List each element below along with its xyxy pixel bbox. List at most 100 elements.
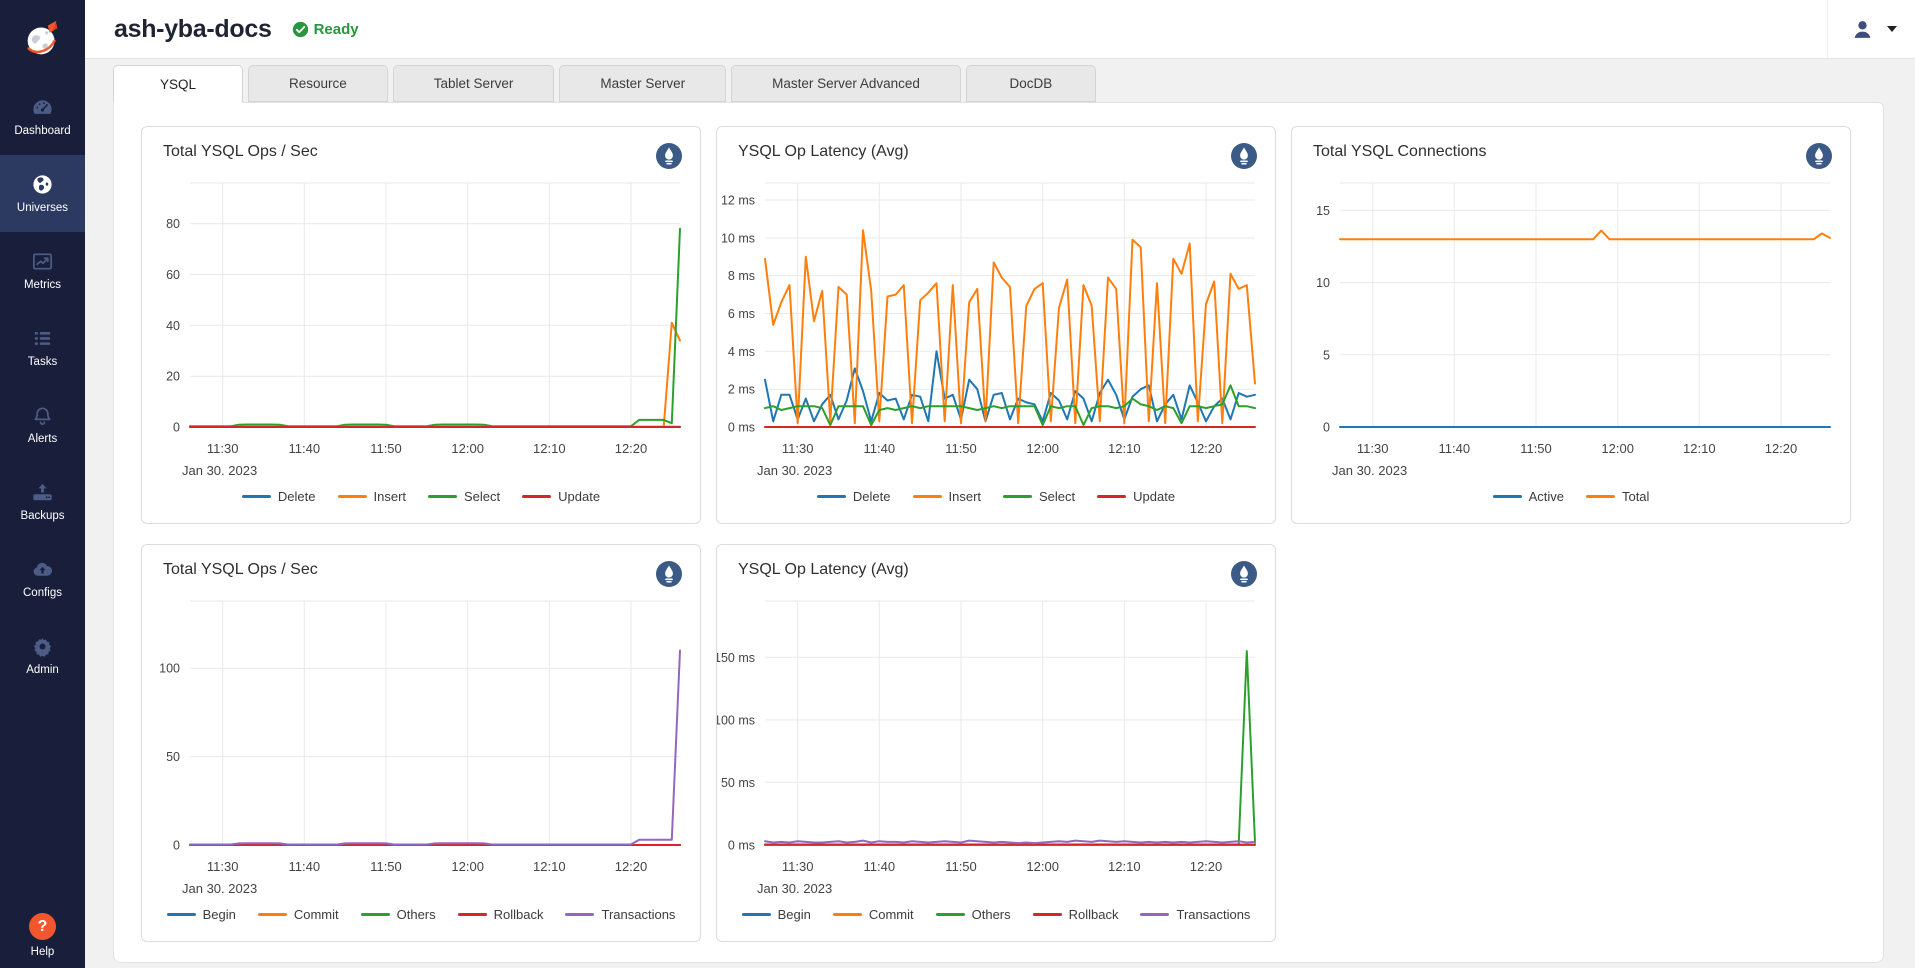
legend-item[interactable]: Transactions xyxy=(1140,907,1250,922)
svg-text:12:00: 12:00 xyxy=(451,441,484,456)
legend-item[interactable]: Commit xyxy=(258,907,339,922)
sidebar-item-universes[interactable]: Universes xyxy=(0,155,85,232)
tab-ysql[interactable]: YSQL xyxy=(113,65,243,103)
legend-label: Others xyxy=(972,907,1011,922)
legend-item[interactable]: Active xyxy=(1493,489,1564,504)
svg-text:40: 40 xyxy=(166,319,180,333)
legend-item[interactable]: Others xyxy=(361,907,436,922)
chart-legend: Begin Commit Others Rollback Transactions xyxy=(717,907,1275,922)
chart-title: Total YSQL Connections xyxy=(1313,143,1486,161)
chart-legend: Delete Insert Select Update xyxy=(142,489,700,504)
sidebar-item-help[interactable]: ? Help xyxy=(0,913,85,968)
chart-legend: Begin Commit Others Rollback Transactions xyxy=(142,907,700,922)
legend-item[interactable]: Delete xyxy=(242,489,316,504)
prometheus-link-icon[interactable] xyxy=(1806,143,1832,169)
legend-label: Begin xyxy=(203,907,236,922)
legend-swatch xyxy=(167,913,196,916)
legend-swatch xyxy=(258,913,287,916)
legend-item[interactable]: Insert xyxy=(338,489,407,504)
legend-label: Rollback xyxy=(1069,907,1119,922)
chart-canvas: 05101511:3011:4011:5012:0012:1012:20Jan … xyxy=(1292,175,1848,475)
chart-legend: Delete Insert Select Update xyxy=(717,489,1275,504)
svg-text:5: 5 xyxy=(1323,348,1330,362)
chart-title: Total YSQL Ops / Sec xyxy=(163,143,318,161)
sidebar-item-tasks[interactable]: Tasks xyxy=(0,309,85,386)
tab-master-server-advanced[interactable]: Master Server Advanced xyxy=(731,65,961,102)
sidebar-item-label: Help xyxy=(31,946,55,958)
svg-text:50 ms: 50 ms xyxy=(721,776,755,790)
svg-text:Jan 30, 2023: Jan 30, 2023 xyxy=(1332,463,1407,475)
svg-text:12:10: 12:10 xyxy=(1108,441,1141,456)
legend-item[interactable]: Select xyxy=(1003,489,1075,504)
svg-text:12:10: 12:10 xyxy=(533,859,566,874)
legend-swatch xyxy=(1003,495,1032,498)
prometheus-link-icon[interactable] xyxy=(656,561,682,587)
prometheus-link-icon[interactable] xyxy=(1231,561,1257,587)
svg-text:11:50: 11:50 xyxy=(1520,441,1552,456)
svg-text:11:40: 11:40 xyxy=(289,859,321,874)
legend-item[interactable]: Transactions xyxy=(565,907,675,922)
chart-title: YSQL Op Latency (Avg) xyxy=(738,561,909,579)
user-icon xyxy=(1850,17,1875,42)
svg-text:0 ms: 0 ms xyxy=(728,421,755,435)
chevron-down-icon xyxy=(1887,26,1897,32)
tab-master-server[interactable]: Master Server xyxy=(559,65,726,102)
svg-text:11:40: 11:40 xyxy=(864,441,896,456)
sidebar-item-backups[interactable]: Backups xyxy=(0,463,85,540)
user-menu[interactable] xyxy=(1827,0,1915,58)
app-logo[interactable] xyxy=(0,0,85,78)
legend-label: Transactions xyxy=(601,907,675,922)
chart-panel-head: YSQL Op Latency (Avg) xyxy=(717,545,1275,593)
tab-tablet-server[interactable]: Tablet Server xyxy=(393,65,555,102)
legend-label: Others xyxy=(397,907,436,922)
upload-drive-icon xyxy=(31,481,54,504)
legend-item[interactable]: Delete xyxy=(817,489,891,504)
chart-canvas: 0 ms2 ms4 ms6 ms8 ms10 ms12 ms11:3011:40… xyxy=(717,175,1273,475)
legend-item[interactable]: Update xyxy=(522,489,600,504)
legend-item[interactable]: Others xyxy=(936,907,1011,922)
sidebar-item-admin[interactable]: Admin xyxy=(0,617,85,694)
legend-item[interactable]: Begin xyxy=(742,907,811,922)
sidebar-item-configs[interactable]: Configs xyxy=(0,540,85,617)
tab-resource[interactable]: Resource xyxy=(248,65,388,102)
legend-item[interactable]: Total xyxy=(1586,489,1649,504)
svg-text:11:50: 11:50 xyxy=(945,441,977,456)
chart-panel: Total YSQL Ops / Sec05010011:3011:4011:5… xyxy=(141,544,701,942)
svg-text:80: 80 xyxy=(166,217,180,231)
legend-swatch xyxy=(338,495,367,498)
legend-item[interactable]: Begin xyxy=(167,907,236,922)
sidebar-item-dashboard[interactable]: Dashboard xyxy=(0,78,85,155)
svg-text:12:20: 12:20 xyxy=(1190,859,1223,874)
sidebar-item-label: Backups xyxy=(20,510,64,522)
prometheus-link-icon[interactable] xyxy=(656,143,682,169)
legend-swatch xyxy=(833,913,862,916)
status-badge: Ready xyxy=(292,21,359,38)
svg-text:12:00: 12:00 xyxy=(451,859,484,874)
svg-text:6 ms: 6 ms xyxy=(728,307,755,321)
legend-swatch xyxy=(1097,495,1126,498)
legend-item[interactable]: Commit xyxy=(833,907,914,922)
chart-canvas: 02040608011:3011:4011:5012:0012:1012:20J… xyxy=(142,175,698,475)
legend-label: Delete xyxy=(853,489,891,504)
sidebar-item-metrics[interactable]: Metrics xyxy=(0,232,85,309)
svg-text:12:00: 12:00 xyxy=(1026,441,1059,456)
svg-text:12:20: 12:20 xyxy=(615,859,648,874)
svg-text:11:30: 11:30 xyxy=(782,859,814,874)
chart-panel-head: Total YSQL Connections xyxy=(1292,127,1850,175)
sidebar-item-label: Dashboard xyxy=(14,125,70,137)
chart-panel: YSQL Op Latency (Avg)0 ms50 ms100 ms150 … xyxy=(716,544,1276,942)
svg-text:150 ms: 150 ms xyxy=(717,651,755,665)
prometheus-link-icon[interactable] xyxy=(1231,143,1257,169)
legend-swatch xyxy=(242,495,271,498)
legend-item[interactable]: Update xyxy=(1097,489,1175,504)
sidebar-item-alerts[interactable]: Alerts xyxy=(0,386,85,463)
header: ash-yba-docs Ready xyxy=(85,0,1915,59)
legend-item[interactable]: Rollback xyxy=(458,907,544,922)
chart-title: Total YSQL Ops / Sec xyxy=(163,561,318,579)
svg-text:Jan 30, 2023: Jan 30, 2023 xyxy=(757,463,832,475)
legend-item[interactable]: Select xyxy=(428,489,500,504)
legend-item[interactable]: Insert xyxy=(913,489,982,504)
svg-text:12 ms: 12 ms xyxy=(721,194,755,208)
tab-docdb[interactable]: DocDB xyxy=(966,65,1096,102)
legend-item[interactable]: Rollback xyxy=(1033,907,1119,922)
